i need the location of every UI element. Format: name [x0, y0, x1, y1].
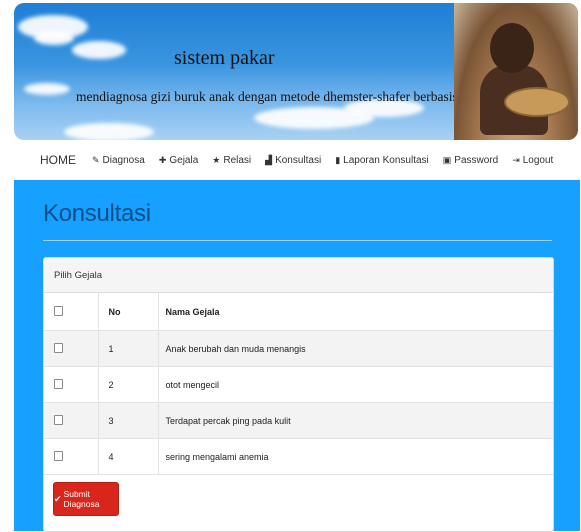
logout-icon: ⇥ — [512, 154, 520, 165]
cloud — [34, 31, 74, 45]
submit-diagnosa-button[interactable]: ✔ Submit Diagnosa — [53, 482, 119, 516]
page-title: Konsultasi — [43, 200, 151, 227]
title-divider — [43, 240, 552, 241]
child-photo — [454, 3, 578, 140]
table-row: 3 Terdapat percak ping pada kulit — [44, 402, 553, 439]
nav-label: Password — [454, 154, 499, 166]
row-number: 4 — [98, 438, 159, 475]
top-nav: HOME ✎ Diagnosa ✚ Gejala ★ Relasi ▟ Kons… — [40, 150, 567, 170]
nav-diagnosa[interactable]: ✎ Diagnosa — [92, 155, 145, 166]
nav-gejala[interactable]: ✚ Gejala — [159, 155, 198, 166]
nav-label: Laporan Konsultasi — [343, 154, 429, 166]
nav-laporan-konsultasi[interactable]: ▮ Laporan Konsultasi — [335, 155, 429, 166]
checkbox-cell — [44, 402, 99, 439]
symptom-table: No Nama Gejala 1 Anak berubah dan muda m… — [44, 293, 553, 475]
cloud — [64, 123, 154, 140]
table-row: 1 Anak berubah dan muda menangis — [44, 330, 553, 367]
column-header-name: Nama Gejala — [158, 293, 553, 331]
book-icon: ▮ — [335, 154, 341, 165]
nav-label: Relasi — [223, 154, 252, 166]
photo-bowl — [504, 87, 570, 117]
row-number: 3 — [98, 402, 159, 439]
nav-logout[interactable]: ⇥ Logout — [512, 155, 553, 166]
select-all-checkbox[interactable] — [54, 305, 63, 316]
star-icon: ★ — [212, 154, 221, 165]
column-header-no: No — [98, 293, 159, 331]
bar-chart-icon: ▟ — [265, 154, 273, 165]
wrench-icon: ✎ — [92, 154, 100, 165]
nav-home[interactable]: HOME — [40, 153, 76, 167]
banner-title: sistem pakar — [174, 47, 275, 69]
header-checkbox-cell — [44, 293, 99, 331]
symptom-panel: Pilih Gejala No Nama Gejala 1 Anak berub… — [43, 257, 554, 532]
photo-figure-head — [490, 23, 534, 73]
nav-label: Logout — [522, 154, 554, 166]
symptom-name: Anak berubah dan muda menangis — [158, 330, 553, 367]
cloud — [72, 41, 126, 59]
nav-password[interactable]: ▣ Password — [443, 155, 498, 166]
panel-heading: Pilih Gejala — [44, 258, 553, 293]
nav-label: Diagnosa — [102, 154, 145, 166]
table-header-row: No Nama Gejala — [44, 293, 553, 331]
check-icon: ✔ — [54, 493, 62, 504]
symptom-checkbox[interactable] — [54, 414, 63, 425]
checkbox-cell — [44, 438, 99, 475]
checkbox-cell — [44, 366, 99, 403]
nav-label: Konsultasi — [275, 154, 322, 166]
submit-label: Submit Diagnosa — [63, 489, 100, 509]
table-row: 4 sering mengalami anemia — [44, 438, 553, 475]
plus-icon: ✚ — [158, 154, 167, 165]
nav-relasi[interactable]: ★ Relasi — [212, 155, 251, 166]
symptom-checkbox[interactable] — [54, 342, 63, 353]
lock-icon: ▣ — [442, 154, 452, 165]
row-number: 2 — [98, 366, 159, 403]
row-number: 1 — [98, 330, 159, 367]
nav-label: Gejala — [169, 154, 199, 166]
checkbox-cell — [44, 330, 99, 367]
header-banner: sistem pakar mendiagnosa gizi buruk anak… — [14, 3, 578, 140]
nav-konsultasi[interactable]: ▟ Konsultasi — [265, 155, 321, 166]
symptom-name: sering mengalami anemia — [158, 438, 553, 475]
symptom-name: otot mengecil — [158, 366, 553, 403]
table-row: 2 otot mengecil — [44, 366, 553, 403]
symptom-checkbox[interactable] — [54, 450, 63, 461]
main-content: Konsultasi Pilih Gejala No Nama Gejala 1… — [14, 180, 580, 532]
symptom-name: Terdapat percak ping pada kulit — [158, 402, 553, 439]
symptom-checkbox[interactable] — [54, 378, 63, 389]
cloud — [24, 83, 70, 95]
banner-subtitle: mendiagnosa gizi buruk anak dengan metod… — [76, 89, 484, 104]
